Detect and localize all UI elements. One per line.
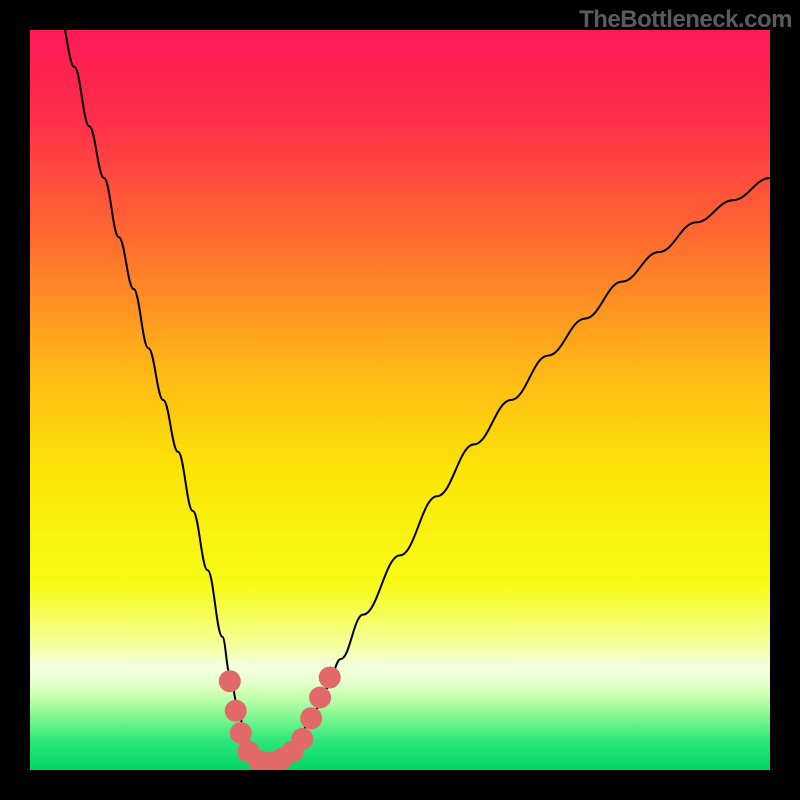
data-marker (219, 670, 241, 692)
chart-frame: TheBottleneck.com (0, 0, 800, 800)
data-marker (319, 667, 341, 689)
plot-area (30, 30, 770, 770)
watermark-text: TheBottleneck.com (579, 6, 792, 34)
data-marker (225, 700, 247, 722)
data-marker (300, 707, 322, 729)
data-marker (291, 728, 313, 750)
bottleneck-chart (30, 30, 770, 770)
gradient-background (30, 30, 770, 770)
data-marker (309, 686, 331, 708)
